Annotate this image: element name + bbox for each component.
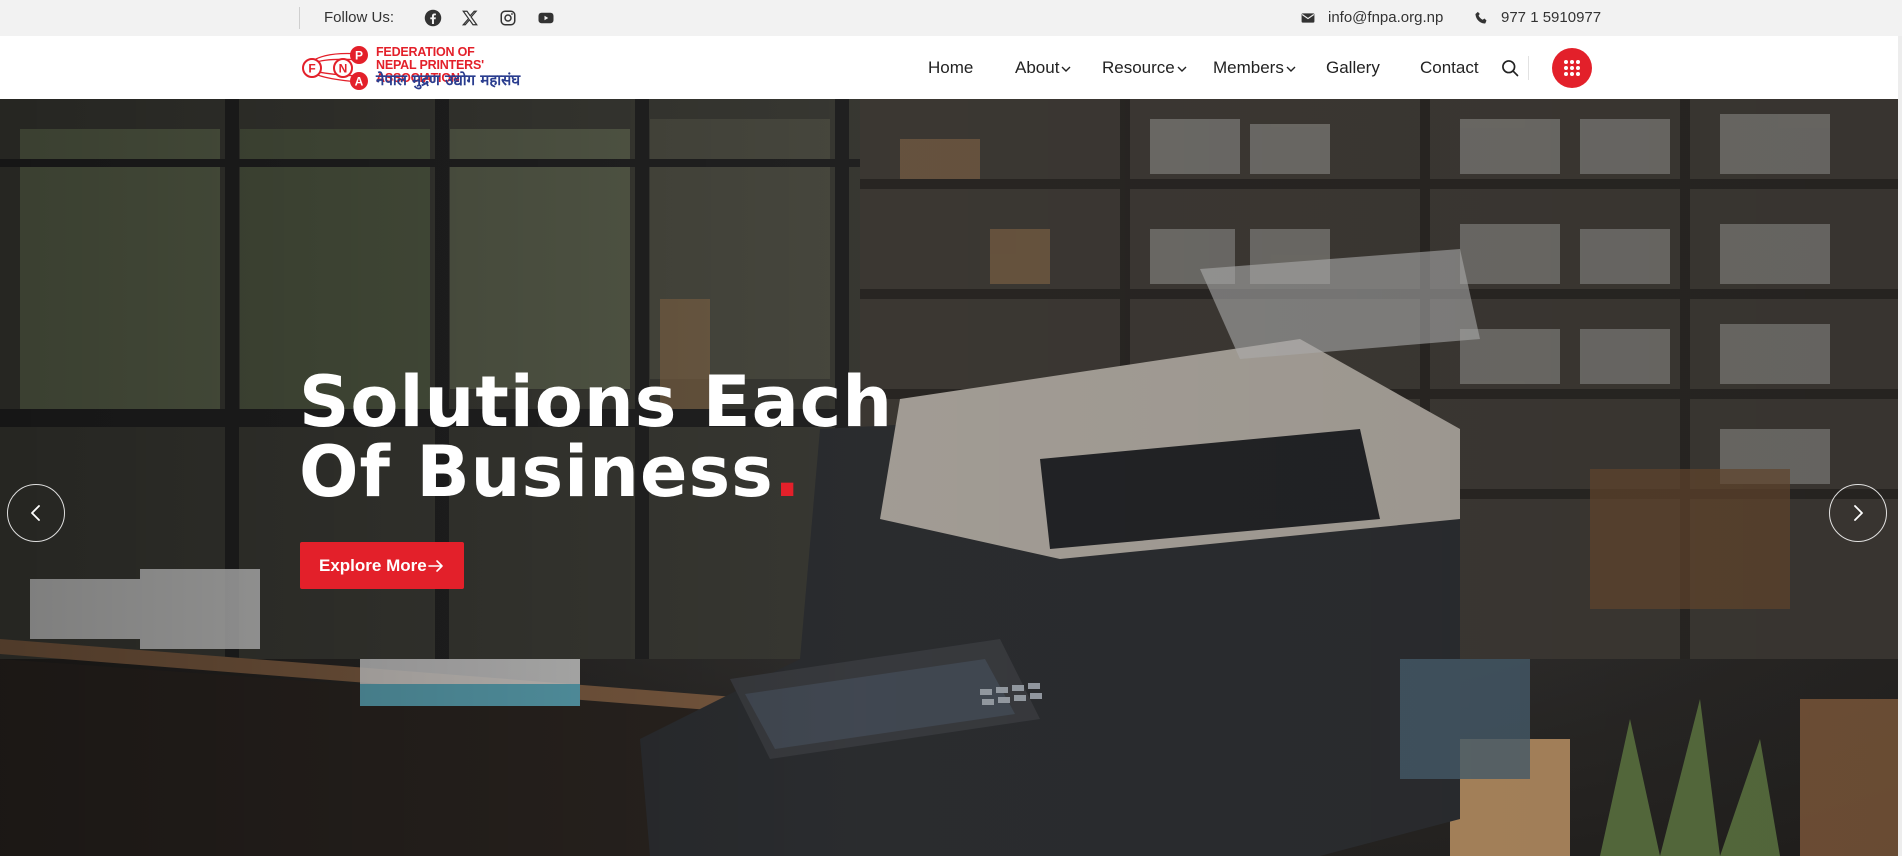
nav-home[interactable]: Home: [928, 36, 973, 99]
slider-prev-button[interactable]: [7, 484, 65, 542]
grid-menu-button[interactable]: [1552, 48, 1592, 88]
logo-initial-n: N: [339, 62, 348, 76]
instagram-icon[interactable]: [499, 9, 517, 27]
hero-overlay: [0, 99, 1902, 856]
logo-emblem: F N P A: [302, 46, 368, 90]
phone-icon: [1474, 11, 1488, 25]
main-navbar: F N P A FEDERATION OF NEPAL PRINTERS' AS…: [0, 36, 1902, 100]
envelope-icon: [1301, 11, 1315, 25]
nav-resource[interactable]: Resource: [1102, 36, 1188, 99]
nav-about[interactable]: About: [1015, 36, 1072, 99]
x-twitter-icon[interactable]: [461, 9, 479, 27]
nav-members-label: Members: [1213, 58, 1284, 77]
follow-us-label: Follow Us:: [324, 9, 395, 26]
youtube-icon[interactable]: [537, 9, 555, 27]
nav-members[interactable]: Members: [1213, 36, 1297, 99]
nav-home-label: Home: [928, 58, 974, 77]
chevron-left-icon: [31, 505, 40, 521]
nav-gallery-label: Gallery: [1326, 58, 1380, 77]
top-info-bar: Follow Us: info@fnpa.org.np 977 1 591097…: [0, 0, 1902, 36]
nav-contact-label: Contact: [1420, 58, 1479, 77]
hero-heading-line-1: Solutions Each: [299, 361, 894, 443]
nav-gallery[interactable]: Gallery: [1326, 36, 1380, 99]
email-link[interactable]: info@fnpa.org.np: [1328, 0, 1443, 36]
hero-heading: Solutions Each Of Business.: [299, 367, 893, 507]
nav-contact[interactable]: Contact: [1420, 36, 1479, 99]
chevron-down-icon: [1285, 63, 1297, 75]
explore-more-label: Explore More: [319, 556, 427, 575]
topbar-divider: [299, 7, 300, 29]
logo-initial-p: P: [355, 49, 363, 63]
logo-initial-a: A: [355, 75, 364, 89]
fnpa-logo[interactable]: F N P A FEDERATION OF NEPAL PRINTERS' AS…: [302, 44, 556, 92]
hero-heading-line-2: Of Business: [299, 431, 774, 513]
phone-link[interactable]: 977 1 5910977: [1501, 0, 1601, 36]
slider-next-button[interactable]: [1829, 484, 1887, 542]
facebook-icon[interactable]: [424, 9, 442, 27]
hero-slider: Solutions Each Of Business. Explore More: [0, 99, 1902, 856]
logo-devanagari-name: नेपाल मुद्रण उद्योग महासंघ: [376, 71, 521, 89]
arrow-right-icon: [428, 558, 444, 574]
search-icon[interactable]: [1500, 58, 1520, 78]
chevron-down-icon: [1060, 63, 1072, 75]
logo-initial-f: F: [308, 62, 315, 76]
nav-resource-label: Resource: [1102, 58, 1175, 77]
hero-heading-accent-dot: .: [773, 431, 802, 513]
grid-dots-icon: [1564, 60, 1580, 76]
chevron-right-icon: [1854, 505, 1863, 521]
explore-more-button[interactable]: Explore More: [300, 542, 464, 589]
nav-divider: [1528, 56, 1529, 80]
page-scrollbar-track[interactable]: [1898, 36, 1902, 858]
chevron-down-icon: [1176, 63, 1188, 75]
nav-about-label: About: [1015, 58, 1060, 77]
